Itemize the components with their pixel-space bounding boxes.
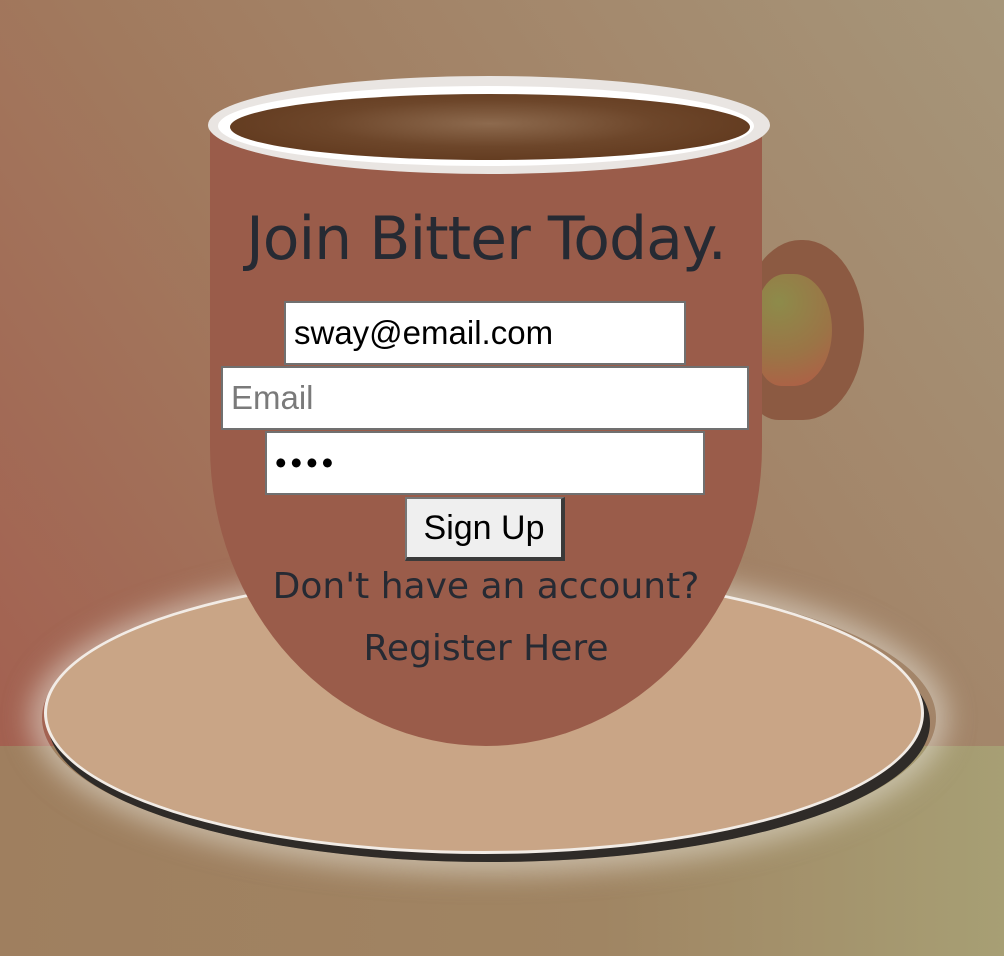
coffee-surface — [230, 94, 750, 160]
account-prompt: Don't have an account? — [272, 566, 700, 607]
coffee-cup-scene: Join Bitter Today. Sign Up Don't have an… — [0, 0, 1004, 956]
cup-handle-hole — [756, 274, 832, 386]
email-input[interactable] — [221, 366, 749, 430]
username-input[interactable] — [284, 301, 686, 365]
register-link[interactable]: Register Here — [210, 628, 762, 669]
page-title: Join Bitter Today. — [246, 204, 727, 274]
sign-up-button[interactable]: Sign Up — [405, 497, 565, 561]
password-input[interactable] — [265, 431, 705, 495]
